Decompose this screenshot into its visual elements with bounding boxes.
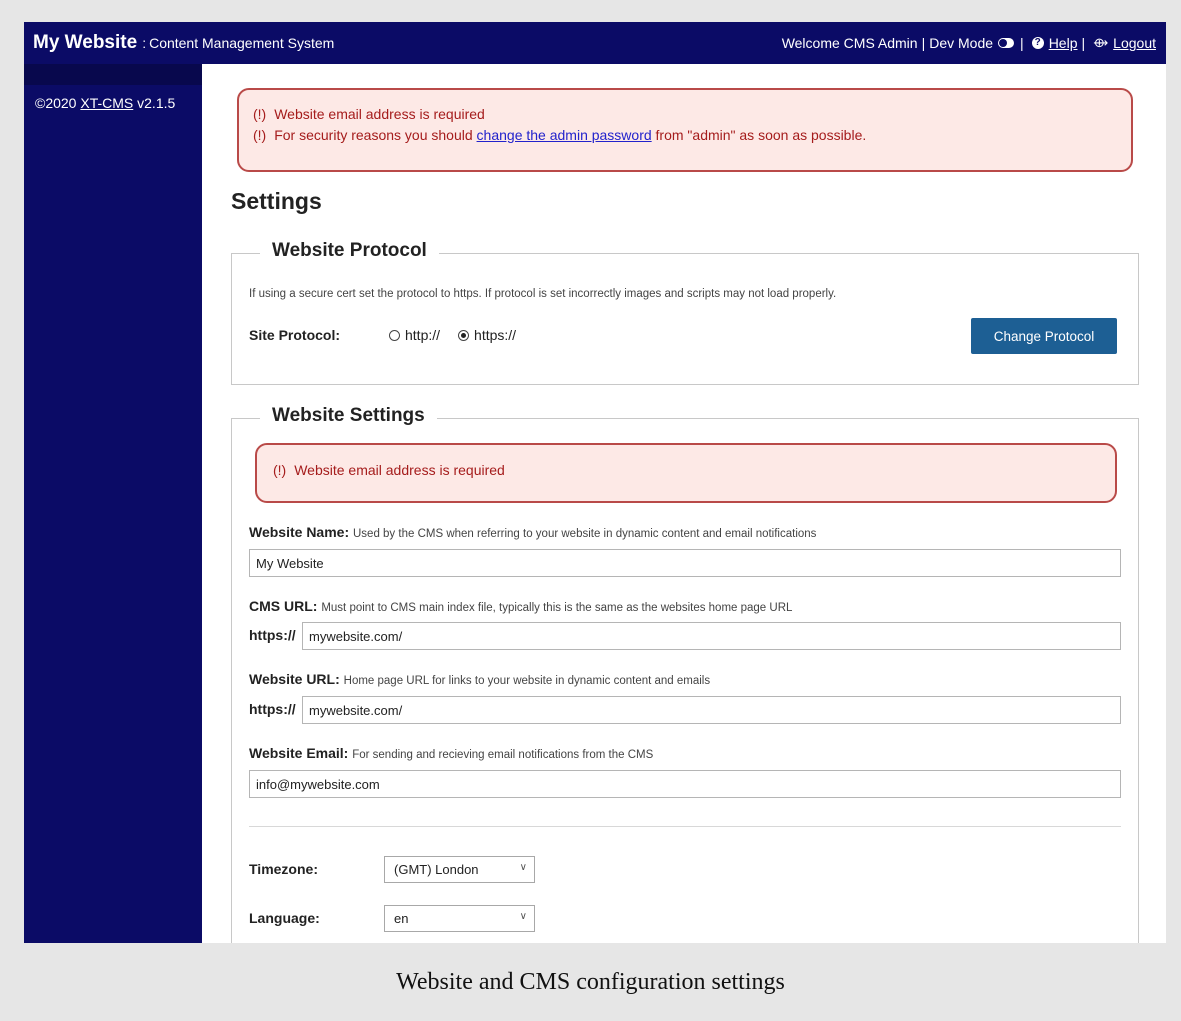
website-url-prefix: https:// xyxy=(249,701,296,717)
website-name-input[interactable] xyxy=(249,549,1121,577)
version-text: v2.1.5 xyxy=(137,95,176,111)
chevron-down-icon[interactable]: ∨ xyxy=(520,862,527,873)
user-bar: Welcome CMS Admin | Dev Mode | ? Help | … xyxy=(782,35,1156,51)
website-name-title: Website Name: xyxy=(249,524,350,540)
radio-circle[interactable] xyxy=(389,329,400,341)
product-link[interactable]: XT-CMS xyxy=(80,95,133,111)
alert-security-prefix: For security reasons you should xyxy=(274,127,473,143)
page-title: Settings xyxy=(231,188,322,214)
website-name-label: Website Name: Used by the CMS when refer… xyxy=(249,524,816,540)
cms-url-desc: Must point to CMS main index file, typic… xyxy=(321,602,793,614)
radio-label-https[interactable]: https:// xyxy=(474,327,516,343)
website-email-input[interactable] xyxy=(249,770,1121,798)
site-name[interactable]: My Website xyxy=(33,32,137,54)
main-content: (!) Website email address is required (!… xyxy=(202,64,1166,943)
section-divider xyxy=(249,826,1121,827)
language-select[interactable]: en ∨ xyxy=(384,905,535,932)
timezone-label: Timezone: xyxy=(249,861,318,877)
dev-mode-toggle-icon[interactable] xyxy=(998,38,1015,48)
divider-pipe: | xyxy=(1020,35,1024,51)
inline-error-alert: (!) Website email address is required xyxy=(255,443,1117,503)
website-url-desc: Home page URL for links to your website … xyxy=(343,675,711,687)
alert-email-required: Website email address is required xyxy=(294,462,505,478)
section-legend: Website Protocol xyxy=(260,240,439,262)
chevron-down-icon[interactable]: ∨ xyxy=(520,911,527,922)
top-bar: My Website : Content Management System W… xyxy=(24,22,1166,64)
logout-icon: ⟴ xyxy=(1093,35,1109,50)
app-window: My Website : Content Management System W… xyxy=(24,22,1166,943)
language-value[interactable]: en xyxy=(394,911,408,926)
timezone-select[interactable]: (GMT) London ∨ xyxy=(384,856,535,883)
dev-mode-label[interactable]: Dev Mode xyxy=(929,35,993,51)
change-protocol-button[interactable]: Change Protocol xyxy=(971,318,1117,354)
radio-circle-selected[interactable] xyxy=(458,329,470,341)
divider-pipe: | xyxy=(1081,35,1086,51)
cms-url-prefix: https:// xyxy=(249,627,296,643)
protocol-radio-https[interactable]: https:// xyxy=(458,327,516,343)
alert-security-suffix: from "admin" as soon as possible. xyxy=(655,127,867,143)
logout-link[interactable]: Logout xyxy=(1113,35,1156,51)
protocol-radio-http[interactable]: http:// xyxy=(389,327,440,343)
error-alert: (!) Website email address is required (!… xyxy=(237,88,1133,172)
cms-url-input[interactable] xyxy=(302,622,1121,650)
protocol-hint: If using a secure cert set the protocol … xyxy=(249,288,837,300)
sidebar: ©2020 XT-CMS v2.1.5 xyxy=(24,64,202,943)
figure-caption: Website and CMS configuration settings xyxy=(396,968,785,995)
alert-line: (!) Website email address is required xyxy=(253,104,1117,125)
website-settings-section: Website Settings (!) Website email addre… xyxy=(231,405,1139,943)
website-protocol-section: Website Protocol If using a secure cert … xyxy=(231,240,1139,385)
cms-url-label: CMS URL: Must point to CMS main index fi… xyxy=(249,598,792,614)
alert-line: (!) For security reasons you should chan… xyxy=(253,125,1117,146)
radio-label-http[interactable]: http:// xyxy=(405,327,440,343)
help-icon: ? xyxy=(1031,37,1044,49)
sidebar-copyright: ©2020 XT-CMS v2.1.5 xyxy=(24,85,202,111)
brand: My Website : Content Management System xyxy=(33,32,334,54)
copyright-year: ©2020 xyxy=(35,95,77,111)
protocol-row: Site Protocol: http:// https:// xyxy=(249,327,534,343)
timezone-value[interactable]: (GMT) London xyxy=(394,862,479,877)
website-email-title: Website Email: xyxy=(249,745,349,761)
website-url-title: Website URL: xyxy=(249,671,340,687)
sidebar-top-strip xyxy=(24,64,202,85)
website-name-desc: Used by the CMS when referring to your w… xyxy=(353,528,817,540)
brand-separator: : xyxy=(142,35,147,51)
brand-subtitle: Content Management System xyxy=(149,35,335,51)
alert-marker: (!) xyxy=(253,106,267,122)
divider-pipe: | xyxy=(921,35,926,51)
cms-url-title: CMS URL: xyxy=(249,598,318,614)
website-url-label: Website URL: Home page URL for links to … xyxy=(249,671,710,687)
section-legend: Website Settings xyxy=(260,405,437,427)
website-email-label: Website Email: For sending and recieving… xyxy=(249,745,653,761)
welcome-text: Welcome CMS Admin xyxy=(781,35,918,51)
website-email-desc: For sending and recieving email notifica… xyxy=(352,749,654,761)
site-protocol-label: Site Protocol: xyxy=(249,327,341,343)
website-url-input[interactable] xyxy=(302,696,1121,724)
language-label: Language: xyxy=(249,910,320,926)
alert-line: (!) Website email address is required xyxy=(273,460,1099,481)
alert-marker: (!) xyxy=(253,127,267,143)
alert-marker: (!) xyxy=(273,462,287,478)
help-link[interactable]: Help xyxy=(1049,35,1078,51)
change-password-link[interactable]: change the admin password xyxy=(477,127,652,143)
alert-security-text: For security reasons you should change t… xyxy=(274,125,866,146)
alert-email-required: Website email address is required xyxy=(274,106,485,122)
